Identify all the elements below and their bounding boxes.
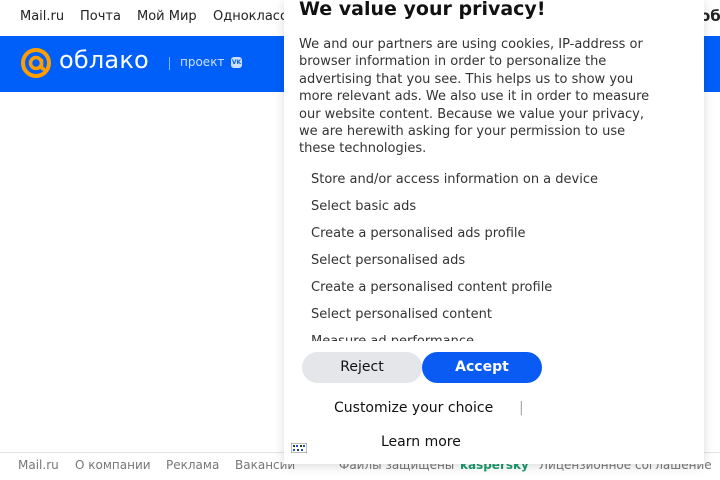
privacy-dialog-title: We value your privacy! <box>299 0 546 20</box>
purpose-item: Create a personalised ads profile <box>311 226 526 241</box>
vk-icon: VK <box>231 57 242 68</box>
purpose-item: Measure ad performance <box>311 330 671 341</box>
purpose-item: Select personalised content <box>311 307 492 322</box>
footer-link-ads[interactable]: Реклама <box>166 458 219 472</box>
purpose-item: Select personalised ads <box>311 253 466 268</box>
purpose-item: Select basic ads <box>311 199 417 214</box>
link-separator: | <box>519 400 524 416</box>
brand-name[interactable]: облако <box>59 46 149 74</box>
footer-link-about[interactable]: О компании <box>75 458 151 472</box>
purpose-item: Create a personalised content profile <box>311 280 553 295</box>
accept-button[interactable]: Accept <box>422 352 542 383</box>
learn-more-link[interactable]: Learn more <box>381 434 461 450</box>
brand-divider <box>169 57 170 70</box>
privacy-dialog-body: We and our partners are using cookies, I… <box>299 37 650 157</box>
cloud-logo-icon[interactable] <box>20 47 52 79</box>
consent-provider-logo-icon <box>291 443 307 453</box>
top-nav-my-world[interactable]: Мой Мир <box>137 9 197 24</box>
reject-button[interactable]: Reject <box>302 352 422 383</box>
purpose-item: Store and/or access information on a dev… <box>311 172 598 187</box>
top-nav-mail[interactable]: Почта <box>80 9 121 24</box>
privacy-consent-dialog: We value your privacy! We and our partne… <box>284 0 704 464</box>
brand-project-label: проект <box>180 55 225 69</box>
customize-choice-link[interactable]: Customize your choice <box>334 400 493 416</box>
purposes-list[interactable]: Store and/or access information on a dev… <box>311 168 671 341</box>
footer-link-mailru[interactable]: Mail.ru <box>18 458 59 472</box>
top-nav-mailru[interactable]: Mail.ru <box>20 9 64 24</box>
